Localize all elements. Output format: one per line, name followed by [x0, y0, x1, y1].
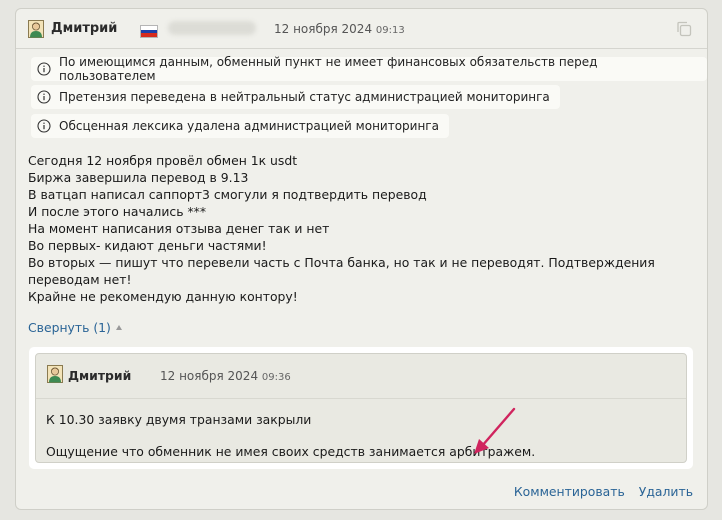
reply-author-name[interactable]: Дмитрий: [68, 368, 131, 383]
notice-text: По имеющимся данным, обменный пункт не и…: [59, 55, 598, 83]
reply-card: Дмитрий 12 ноября 2024 09:36 К 10.30 зая…: [35, 353, 687, 463]
info-icon: [37, 90, 51, 104]
reply-container: Дмитрий 12 ноября 2024 09:36 К 10.30 зая…: [29, 347, 693, 469]
body-line: Сегодня 12 ноября провёл обмен 1к usdt: [28, 153, 298, 168]
reply-text-line: Ощущение что обменник не имея своих сред…: [46, 444, 536, 459]
flag-stripe-red: [141, 33, 157, 37]
reply-date: 12 ноября 2024 09:36: [160, 369, 291, 383]
body-line: На момент написания отзыва денег так и н…: [28, 221, 330, 236]
delete-button[interactable]: Удалить: [639, 484, 693, 499]
country-flag-icon: [140, 25, 158, 38]
reply-date-text: 12 ноября 2024: [160, 369, 259, 383]
body-line: Во первых- кидают деньги частями!: [28, 238, 267, 253]
notice-no-obligations: По имеющимся данным, обменный пункт не и…: [31, 55, 707, 83]
reply-text-line: К 10.30 заявку двумя транзами закрыли: [46, 412, 312, 427]
notice-profanity-removed: Обсценная лексика удалена администрацией…: [31, 114, 449, 138]
reply-time: 09:36: [261, 372, 291, 383]
collapse-label[interactable]: Свернуть (1): [28, 320, 111, 335]
annotation-arrow-icon: [474, 407, 516, 454]
user-avatar-icon: [28, 20, 44, 38]
body-line: Биржа завершила перевод в 9.13: [28, 170, 249, 185]
reply-divider: [36, 398, 686, 399]
comment-button[interactable]: Комментировать: [514, 484, 625, 499]
user-avatar-icon: [47, 365, 63, 383]
body-line: И после этого начались ***: [28, 204, 207, 219]
author-name[interactable]: Дмитрий: [51, 21, 117, 36]
review-header: Дмитрий 12 ноября 2024 09:13: [16, 9, 707, 49]
notice-text: Обсценная лексика удалена администрацией…: [59, 119, 439, 133]
chevron-up-icon: [115, 325, 122, 330]
body-line: В ватцап написал саппорт3 смогули я подт…: [28, 187, 427, 202]
info-icon: [37, 62, 51, 76]
comment-date: 12 ноября 2024 09:13: [274, 22, 405, 36]
blurred-exchanger-name: [168, 21, 256, 35]
copy-icon[interactable]: [675, 20, 693, 38]
header-divider: [16, 48, 707, 49]
body-line: Крайне не рекомендую данную контору!: [28, 289, 298, 304]
notice-text: Претензия переведена в нейтральный стату…: [59, 90, 550, 104]
collapse-replies-link[interactable]: Свернуть (1): [28, 320, 122, 335]
comment-date-text: 12 ноября 2024: [274, 22, 373, 36]
body-line: Во вторых — пишут что перевели часть с П…: [28, 255, 655, 287]
info-icon: [37, 119, 51, 133]
comment-actions: Комментировать Удалить: [514, 484, 693, 499]
review-card: Дмитрий 12 ноября 2024 09:13 По имеющимс…: [15, 8, 708, 510]
review-body: Сегодня 12 ноября провёл обмен 1к usdt Б…: [28, 152, 698, 305]
comment-time: 09:13: [375, 25, 405, 36]
notice-neutral-status: Претензия переведена в нейтральный стату…: [31, 85, 560, 109]
